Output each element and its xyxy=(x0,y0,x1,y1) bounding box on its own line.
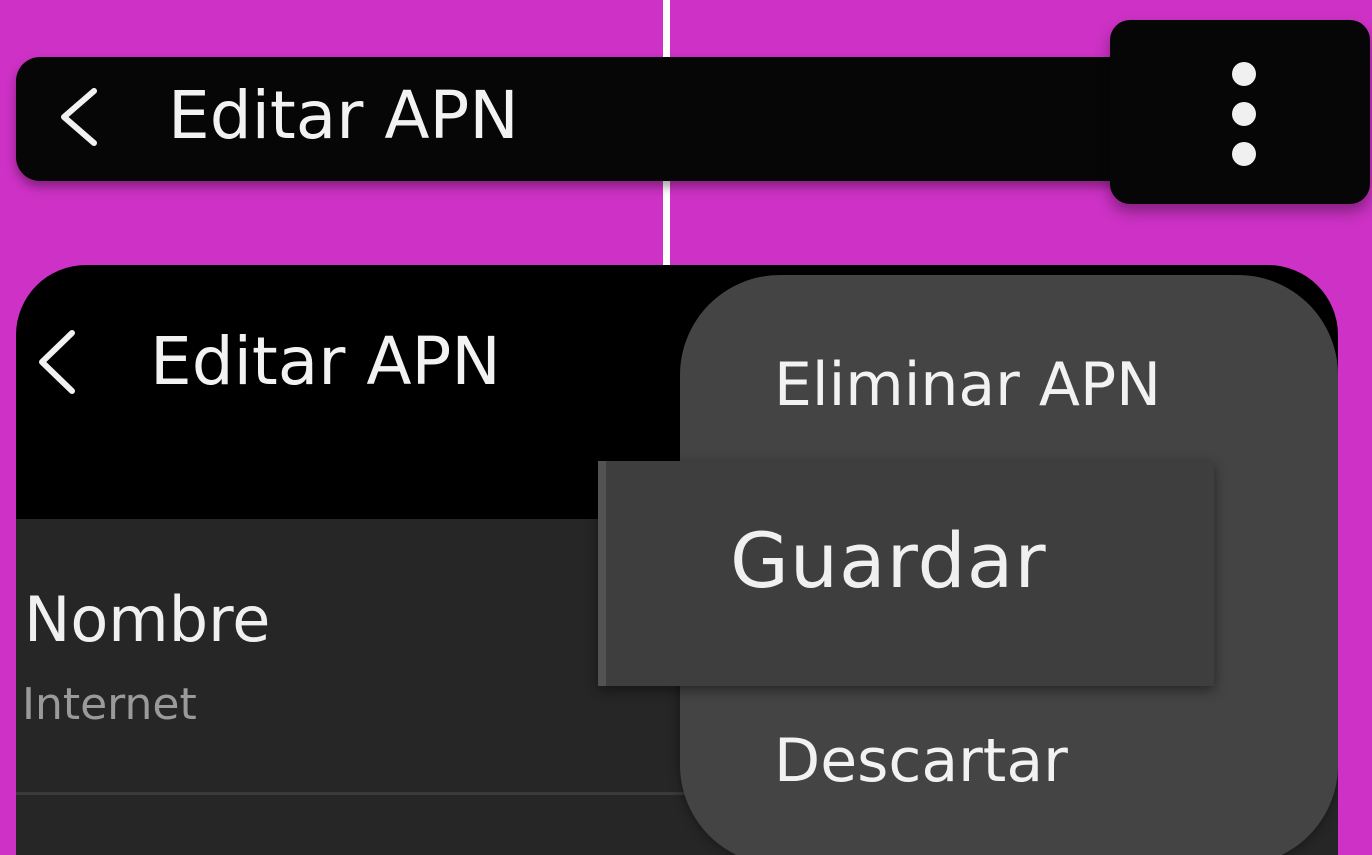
app-toolbar: Editar APN xyxy=(16,57,1176,181)
more-dot xyxy=(1232,102,1256,126)
page-title: Editar APN xyxy=(150,323,501,400)
save-button-label: Guardar xyxy=(730,516,1047,605)
more-dot xyxy=(1232,142,1256,166)
more-vertical-icon xyxy=(1232,62,1256,86)
menu-item-discard[interactable]: Descartar xyxy=(774,721,1068,801)
more-options-button[interactable] xyxy=(1110,20,1370,204)
field-value: Internet xyxy=(22,679,197,730)
back-icon[interactable] xyxy=(50,85,110,149)
field-label: Nombre xyxy=(24,583,271,656)
menu-item-save-highlight[interactable]: Guardar xyxy=(598,461,1214,686)
back-icon[interactable] xyxy=(32,327,82,397)
menu-item-delete-apn[interactable]: Eliminar APN xyxy=(774,345,1161,425)
toolbar-title: Editar APN xyxy=(168,77,519,154)
